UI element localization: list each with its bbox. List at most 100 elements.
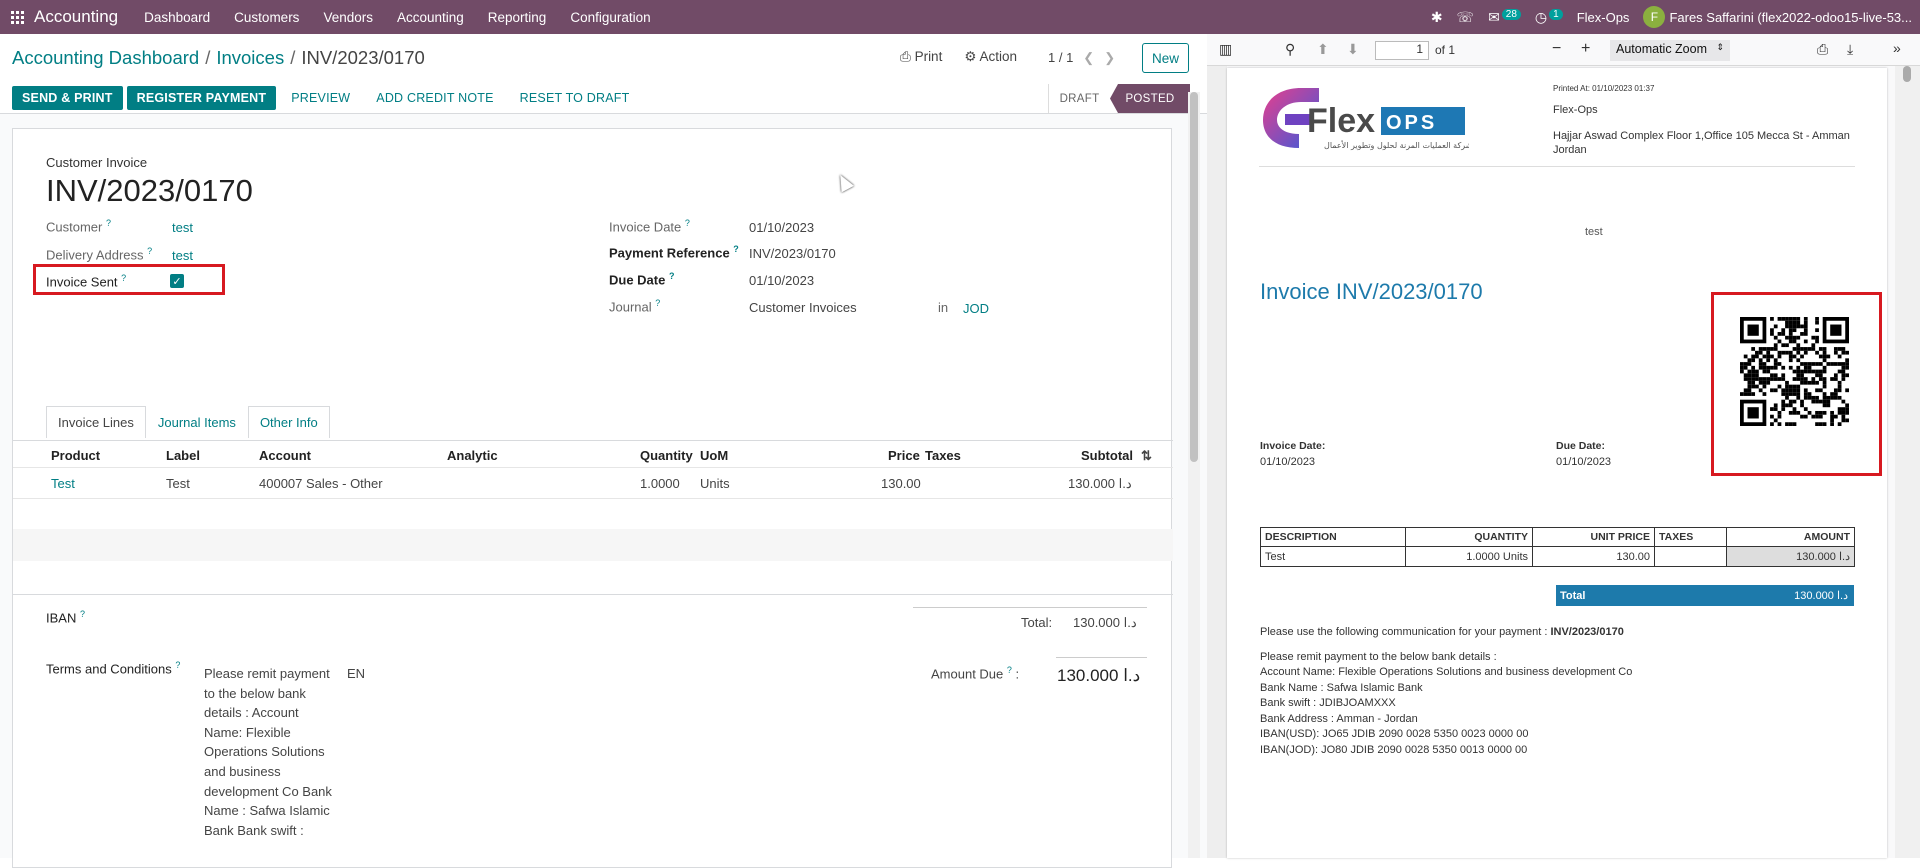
add-credit-note-button[interactable]: ADD CREDIT NOTE bbox=[365, 86, 504, 110]
pdf-viewer: ▥ ⚲ ⬆ ⬇ 1 of 1 − + Automatic Zoom ⇕ ⎙ ⤓ … bbox=[1207, 34, 1920, 858]
print-icon[interactable]: ⎙ bbox=[1817, 41, 1828, 58]
printer-icon: ⎙ bbox=[900, 49, 915, 64]
currency-field[interactable]: JOD bbox=[963, 301, 989, 316]
customer-field[interactable]: test bbox=[172, 220, 193, 235]
logo-text: Flex bbox=[1307, 102, 1375, 140]
pager-prev-icon[interactable]: ❮ bbox=[1083, 50, 1094, 66]
iban-label: IBAN ? bbox=[46, 609, 85, 626]
column-settings-icon[interactable]: ⇅ bbox=[1141, 448, 1152, 464]
terms-field[interactable]: Please remit payment to the below bank d… bbox=[204, 664, 334, 840]
pager-value[interactable]: 1 / 1 bbox=[1048, 50, 1073, 66]
register-payment-button[interactable]: REGISTER PAYMENT bbox=[126, 86, 277, 110]
payment-reference-label: Payment Reference ? bbox=[609, 244, 739, 261]
pdf-scrollbar[interactable] bbox=[1895, 66, 1920, 858]
reset-to-draft-button[interactable]: RESET TO DRAFT bbox=[509, 86, 641, 110]
tab-invoice-lines[interactable]: Invoice Lines bbox=[46, 406, 146, 438]
col-subtotal[interactable]: Subtotal bbox=[1081, 448, 1133, 463]
col-uom[interactable]: UoM bbox=[700, 448, 728, 463]
messages-icon[interactable]: ✉ 28 bbox=[1488, 8, 1521, 26]
sidebar-toggle-icon[interactable]: ▥ bbox=[1219, 41, 1232, 58]
breadcrumb-dashboard[interactable]: Accounting Dashboard bbox=[12, 47, 199, 68]
zoom-select[interactable]: Automatic Zoom ⇕ bbox=[1610, 40, 1730, 61]
menu-dashboard[interactable]: Dashboard bbox=[144, 10, 210, 25]
menu-reporting[interactable]: Reporting bbox=[488, 10, 547, 25]
amount-due-label: Amount Due ? : bbox=[931, 665, 1020, 682]
preview-button[interactable]: PREVIEW bbox=[280, 86, 361, 110]
payment-reference-field[interactable]: INV/2023/0170 bbox=[749, 246, 836, 261]
send-print-button[interactable]: SEND & PRINT bbox=[12, 86, 123, 110]
tab-other-info[interactable]: Other Info bbox=[247, 406, 330, 438]
line-price[interactable]: 130.00 bbox=[881, 476, 921, 491]
activities-clock-icon[interactable]: ◷ 1 bbox=[1535, 8, 1563, 26]
pdf-due-date-label: Due Date: bbox=[1556, 440, 1606, 452]
tab-journal-items[interactable]: Journal Items bbox=[146, 406, 248, 438]
col-price[interactable]: Price bbox=[888, 448, 920, 463]
pdf-bank-line: IBAN(USD): JO65 JDIB 2090 0028 5350 0023… bbox=[1260, 728, 1529, 740]
menu-accounting[interactable]: Accounting bbox=[397, 10, 464, 25]
zoom-in-icon[interactable]: + bbox=[1581, 40, 1590, 58]
menu-customers[interactable]: Customers bbox=[234, 10, 299, 25]
form-scrollbar[interactable] bbox=[1188, 92, 1200, 858]
total-value: 130.000 د.ا bbox=[1073, 615, 1137, 630]
phone-icon[interactable]: ☏ bbox=[1457, 9, 1475, 26]
zoom-out-icon[interactable]: − bbox=[1552, 40, 1561, 58]
invoice-sent-checkbox[interactable]: ✓ bbox=[170, 274, 184, 288]
app-name[interactable]: Accounting bbox=[34, 7, 118, 27]
line-subtotal: 130.000 د.ا bbox=[1068, 476, 1132, 491]
due-date-field[interactable]: 01/10/2023 bbox=[749, 273, 814, 288]
control-panel: Accounting Dashboard / Invoices / INV/2023/0… bbox=[0, 34, 1207, 114]
prev-page-icon[interactable]: ⬆ bbox=[1317, 41, 1329, 58]
more-tools-icon[interactable]: » bbox=[1893, 40, 1901, 56]
col-account[interactable]: Account bbox=[259, 448, 311, 463]
new-button[interactable]: New bbox=[1142, 43, 1189, 73]
logo-ops: OPS bbox=[1386, 112, 1437, 134]
menu-vendors[interactable]: Vendors bbox=[323, 10, 373, 25]
qr-code-image bbox=[1740, 317, 1849, 426]
next-page-icon[interactable]: ⬇ bbox=[1347, 41, 1359, 58]
status-draft[interactable]: DRAFT bbox=[1048, 84, 1110, 113]
pdf-partner: test bbox=[1585, 226, 1603, 238]
breadcrumb: Accounting Dashboard / Invoices / INV/2023/0… bbox=[12, 47, 425, 68]
page-number-input[interactable]: 1 bbox=[1375, 41, 1429, 60]
company-switcher[interactable]: Flex-Ops bbox=[1577, 10, 1630, 25]
menu-configuration[interactable]: Configuration bbox=[570, 10, 650, 25]
pdf-title: Invoice INV/2023/0170 bbox=[1260, 279, 1483, 304]
terms-lang-badge[interactable]: EN bbox=[347, 666, 365, 681]
debug-bug-icon[interactable]: ✱ bbox=[1431, 9, 1443, 26]
invoice-form-pane: Accounting Dashboard / Invoices / INV/2023/0… bbox=[0, 34, 1207, 868]
col-quantity[interactable]: Quantity bbox=[640, 448, 693, 463]
col-product[interactable]: Product bbox=[51, 448, 100, 463]
pdf-total-value: 130.000 د.ا bbox=[1794, 590, 1848, 602]
line-label[interactable]: Test bbox=[166, 476, 190, 491]
pdf-total-label: Total bbox=[1560, 589, 1586, 602]
pdf-row-amount: 130.000 د.ا bbox=[1726, 546, 1855, 567]
user-name: Fares Saffarini (flex2022-odoo15-live-53… bbox=[1669, 9, 1912, 25]
delivery-address-field[interactable]: test bbox=[172, 248, 193, 263]
breadcrumb-invoices[interactable]: Invoices bbox=[216, 47, 284, 68]
line-account[interactable]: 400007 Sales - Other bbox=[259, 476, 383, 491]
print-button[interactable]: ⎙ Print bbox=[900, 49, 942, 65]
amount-due-value: 130.000 د.ا bbox=[1057, 666, 1141, 685]
user-menu[interactable]: F Fares Saffarini (flex2022-odoo15-live-… bbox=[1643, 6, 1912, 28]
col-label[interactable]: Label bbox=[166, 448, 200, 463]
invoice-date-field[interactable]: 01/10/2023 bbox=[749, 220, 814, 235]
col-analytic[interactable]: Analytic bbox=[447, 448, 498, 463]
line-uom[interactable]: Units bbox=[700, 476, 730, 491]
pdf-invoice-date-label: Invoice Date: bbox=[1260, 440, 1326, 452]
pdf-company: Flex-Ops bbox=[1553, 104, 1598, 116]
line-product[interactable]: Test bbox=[51, 476, 75, 491]
delivery-address-label: Delivery Address ? bbox=[46, 246, 153, 263]
pager-next-icon[interactable]: ❯ bbox=[1104, 50, 1115, 66]
pdf-col-description: DESCRIPTION bbox=[1260, 527, 1406, 547]
download-icon[interactable]: ⤓ bbox=[1847, 41, 1853, 58]
journal-field[interactable]: Customer Invoices bbox=[749, 300, 857, 315]
line-quantity[interactable]: 1.0000 bbox=[640, 476, 680, 491]
status-posted[interactable]: POSTED bbox=[1110, 84, 1190, 113]
action-button[interactable]: ⚙ Action bbox=[964, 49, 1017, 65]
apps-menu-icon[interactable] bbox=[0, 0, 34, 34]
search-icon[interactable]: ⚲ bbox=[1285, 41, 1295, 58]
gear-icon: ⚙ bbox=[964, 49, 980, 64]
col-taxes[interactable]: Taxes bbox=[925, 448, 961, 463]
pdf-col-unit-price: UNIT PRICE bbox=[1532, 527, 1655, 547]
activities-badge: 1 bbox=[1549, 8, 1563, 20]
